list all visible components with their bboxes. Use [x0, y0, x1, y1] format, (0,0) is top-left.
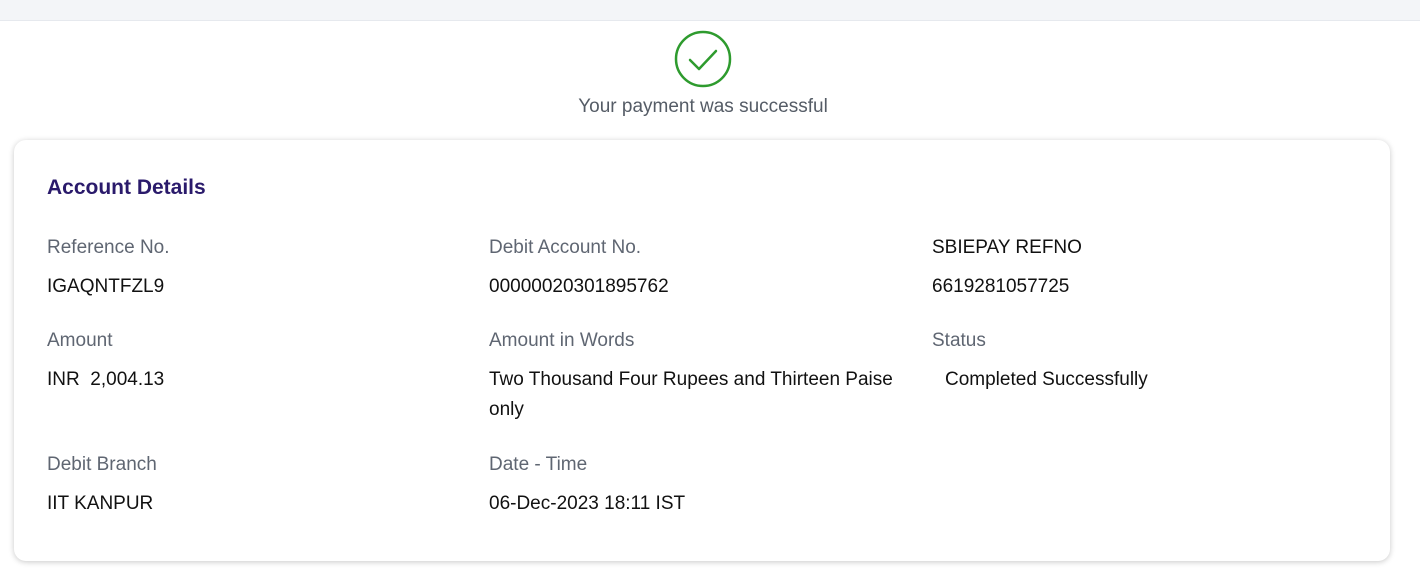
- amount-words-label: Amount in Words: [489, 330, 635, 351]
- sbiepay-refno-field: SBIEPAY REFNO 6619281057725: [932, 236, 1362, 302]
- status-value: Completed Successfully: [945, 369, 1148, 390]
- sbiepay-refno-label: SBIEPAY REFNO: [932, 237, 1082, 258]
- debit-account-label: Debit Account No.: [489, 237, 642, 258]
- top-header-strip: [0, 0, 1420, 21]
- amount-words-value: Two Thousand Four Rupees and Thirteen Pa…: [489, 369, 893, 420]
- success-message: Your payment was successful: [578, 96, 828, 117]
- reference-field: Reference No. IGAQNTFZL9: [47, 236, 477, 302]
- amount-field: Amount INR 2,004.13: [47, 329, 477, 395]
- reference-value: IGAQNTFZL9: [47, 276, 165, 297]
- amount-value: INR 2,004.13: [47, 369, 165, 390]
- account-details-card: Account Details Reference No. IGAQNTFZL9…: [14, 140, 1390, 561]
- datetime-field: Date - Time 06-Dec-2023 18:11 IST: [489, 453, 919, 519]
- reference-label: Reference No.: [47, 237, 170, 258]
- success-banner: Your payment was successful: [0, 30, 1406, 118]
- debit-branch-field: Debit Branch IIT KANPUR: [47, 453, 477, 519]
- sbiepay-refno-value: 6619281057725: [932, 276, 1070, 297]
- debit-account-field: Debit Account No. 00000020301895762: [489, 236, 919, 302]
- datetime-value: 06-Dec-2023 18:11 IST: [489, 493, 686, 514]
- status-label: Status: [932, 330, 986, 351]
- amount-words-field: Amount in Words Two Thousand Four Rupees…: [489, 329, 919, 425]
- status-field: Status Completed Successfully: [932, 329, 1362, 395]
- check-circle-icon: [674, 30, 732, 88]
- datetime-label: Date - Time: [489, 454, 588, 475]
- debit-branch-value: IIT KANPUR: [47, 493, 154, 514]
- amount-label: Amount: [47, 330, 113, 351]
- account-details-title: Account Details: [47, 176, 206, 199]
- debit-branch-label: Debit Branch: [47, 454, 157, 475]
- debit-account-value: 00000020301895762: [489, 276, 669, 297]
